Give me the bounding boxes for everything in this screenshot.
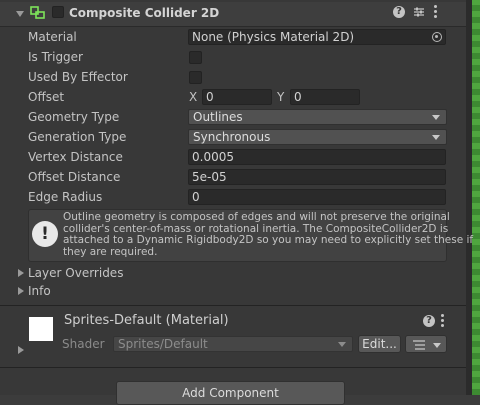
offset-y-label[interactable]: Y [277, 88, 284, 106]
divider [0, 305, 466, 306]
material-object-field[interactable]: None (Physics Material 2D) [188, 29, 446, 45]
help-line: Outline geometry is composed of edges an… [63, 211, 450, 223]
vertex-distance-label: Vertex Distance [28, 150, 123, 164]
shader-dropdown[interactable]: Sprites/Default [113, 336, 353, 352]
help-message: Outline geometry is composed of edges an… [63, 211, 474, 258]
add-component-button[interactable]: Add Component [116, 381, 345, 405]
dropdown-arrow-icon [433, 343, 441, 348]
edge-radius-label: Edge Radius [28, 190, 103, 204]
offset-label: Offset [28, 90, 65, 104]
warning-icon: ! [32, 221, 58, 247]
layer-overrides-foldout-icon[interactable] [18, 269, 24, 277]
dropdown-arrow-icon [432, 115, 440, 120]
used-by-effector-checkbox[interactable] [189, 71, 202, 84]
preset-settings-icon[interactable] [413, 6, 425, 18]
shader-edit-button[interactable]: Edit... [358, 335, 401, 353]
offset-y-field[interactable]: 0 [290, 89, 360, 105]
dropdown-arrow-icon [338, 342, 346, 347]
offset-x-label[interactable]: X [189, 88, 197, 106]
material-preview-thumbnail [29, 317, 53, 341]
is-trigger-label: Is Trigger [28, 50, 83, 64]
vertex-distance-field[interactable]: 0.0005 [188, 149, 446, 165]
offset-x-field[interactable]: 0 [202, 89, 272, 105]
component-title: Composite Collider 2D [69, 6, 220, 20]
offset-distance-field[interactable]: 5e-05 [188, 169, 446, 185]
dropdown-arrow-icon [432, 135, 440, 140]
material-title: Sprites-Default (Material) [64, 313, 229, 328]
info-foldout-icon[interactable] [18, 287, 24, 295]
generation-type-label: Generation Type [28, 130, 127, 144]
layer-overrides-foldout[interactable]: Layer Overrides [28, 264, 123, 282]
help-line: attached to a Dynamic Rigidbody2D so you… [63, 234, 474, 246]
geometry-type-dropdown[interactable]: Outlines [188, 109, 447, 125]
divider [0, 367, 466, 368]
material-context-menu-icon[interactable] [441, 312, 444, 329]
edge-radius-field[interactable]: 0 [188, 189, 446, 205]
shader-label: Shader [62, 337, 105, 351]
help-icon[interactable]: ? [393, 6, 405, 18]
component-foldout-arrow-icon[interactable] [16, 11, 24, 17]
is-trigger-checkbox[interactable] [189, 51, 202, 64]
object-picker-icon[interactable] [432, 32, 442, 42]
material-foldout-icon[interactable] [18, 346, 24, 354]
geometry-type-value: Outlines [193, 110, 243, 124]
component-context-menu-icon[interactable] [434, 3, 437, 20]
help-line: they are required. [63, 245, 158, 258]
composite-collider-icon [30, 6, 46, 20]
material-label: Material [28, 30, 77, 44]
component-enabled-checkbox[interactable] [52, 6, 64, 18]
shader-options-dropdown[interactable] [405, 335, 447, 353]
list-icon [413, 340, 425, 350]
offset-distance-label: Offset Distance [28, 170, 121, 184]
shader-value: Sprites/Default [118, 337, 208, 351]
geometry-type-label: Geometry Type [28, 110, 120, 124]
scene-view-edge [472, 0, 480, 395]
material-help-icon[interactable]: ? [423, 315, 435, 327]
generation-type-value: Synchronous [193, 130, 271, 144]
used-by-effector-label: Used By Effector [28, 70, 128, 84]
info-foldout[interactable]: Info [28, 282, 51, 300]
generation-type-dropdown[interactable]: Synchronous [188, 129, 447, 145]
